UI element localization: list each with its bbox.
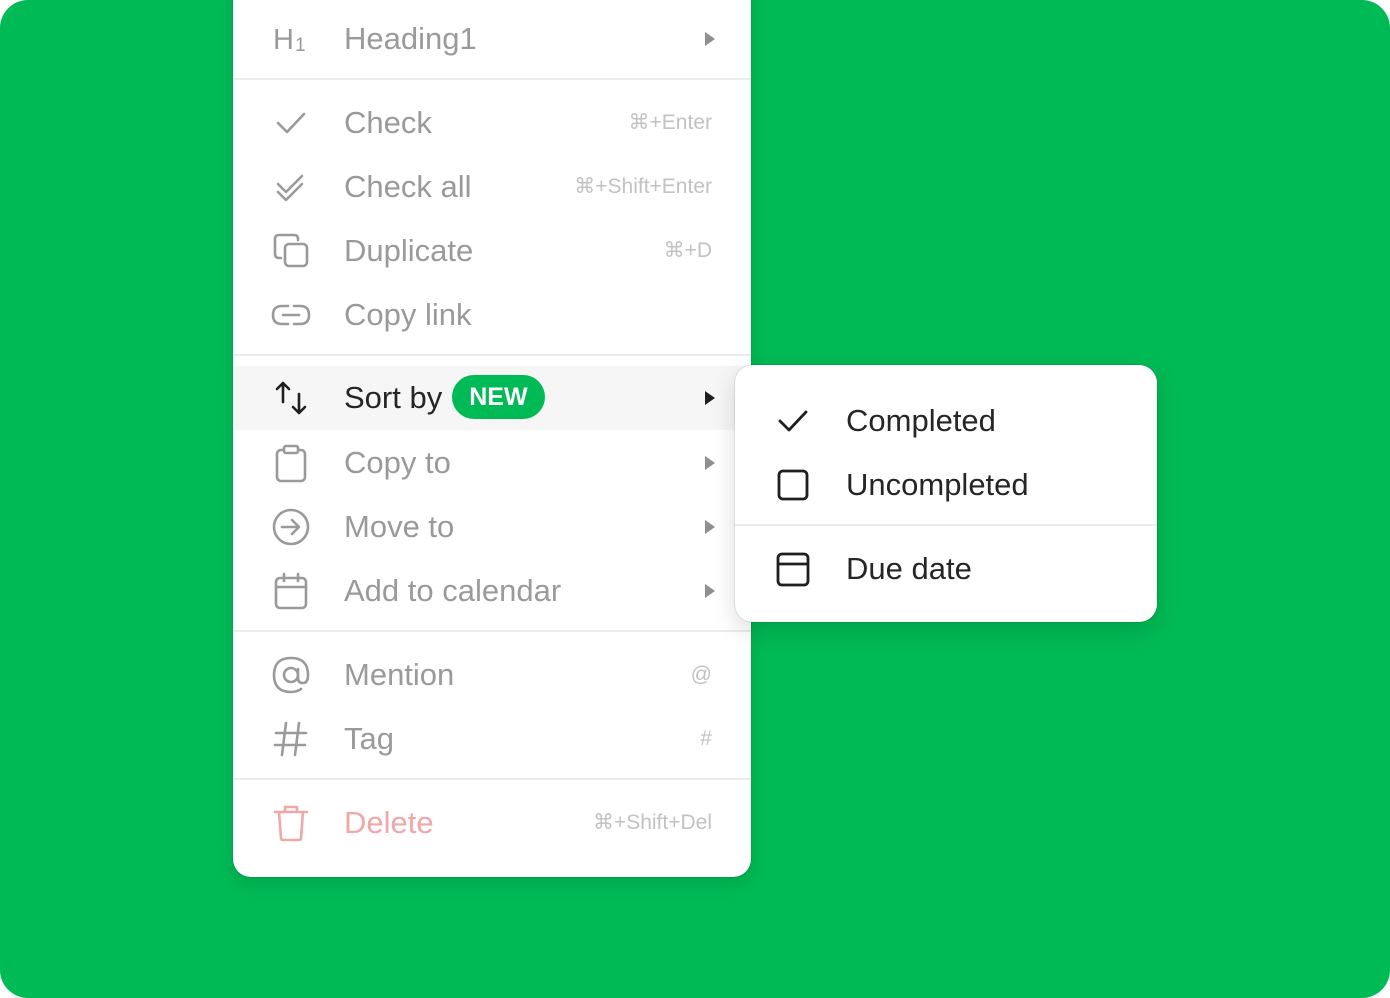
- sort-arrows-icon: [271, 378, 311, 418]
- duplicate-icon: [271, 231, 311, 271]
- menu-item-mention[interactable]: Mention @: [233, 643, 751, 707]
- menu-item-label: Copy link: [344, 297, 472, 332]
- shortcut-hint: ⌘+D: [663, 239, 712, 262]
- sort-by-submenu: Completed Uncompleted Due date: [735, 365, 1157, 622]
- submenu-arrow-icon: [705, 456, 715, 470]
- svg-text:H: H: [273, 24, 294, 56]
- submenu-arrow-icon: [705, 584, 715, 598]
- arrow-circle-right-icon: [271, 507, 311, 547]
- menu-item-check-all[interactable]: Check all ⌘+Shift+Enter: [233, 155, 751, 219]
- link-icon: [271, 295, 311, 335]
- menu-item-label: Tag: [344, 721, 394, 756]
- menu-divider: [233, 778, 751, 780]
- menu-item-label: Delete: [344, 805, 434, 840]
- menu-item-add-to-calendar[interactable]: Add to calendar: [233, 559, 751, 623]
- context-menu: H 1 Heading1 Check ⌘+Enter Check all ⌘+S…: [233, 0, 751, 877]
- shortcut-hint: ⌘+Shift+Enter: [574, 175, 712, 198]
- sort-option-due-date[interactable]: Due date: [735, 537, 1157, 601]
- menu-item-check[interactable]: Check ⌘+Enter: [233, 91, 751, 155]
- menu-item-label: Add to calendar: [344, 573, 562, 608]
- shortcut-hint: ⌘+Enter: [628, 111, 712, 134]
- sort-option-label: Completed: [846, 403, 996, 438]
- hash-icon: [271, 719, 311, 759]
- menu-divider: [233, 78, 751, 80]
- clipboard-icon: [271, 443, 311, 483]
- checkbox-empty-icon: [773, 465, 813, 505]
- menu-item-tag[interactable]: Tag #: [233, 707, 751, 771]
- menu-divider: [233, 354, 751, 356]
- menu-item-label: Check all: [344, 169, 472, 204]
- menu-item-delete[interactable]: Delete ⌘+Shift+Del: [233, 791, 751, 855]
- at-sign-icon: [271, 655, 311, 695]
- menu-item-label: Move to: [344, 509, 455, 544]
- heading1-icon: H 1: [271, 19, 311, 59]
- sort-option-uncompleted[interactable]: Uncompleted: [735, 453, 1157, 517]
- sort-option-label: Due date: [846, 551, 972, 586]
- menu-item-label: Copy to: [344, 445, 451, 480]
- shortcut-hint: ⌘+Shift+Del: [592, 811, 712, 834]
- calendar-blank-icon: [773, 549, 813, 589]
- sort-option-label: Uncompleted: [846, 467, 1029, 502]
- shortcut-hint: @: [690, 663, 712, 686]
- menu-item-label: Check: [344, 105, 432, 140]
- menu-item-duplicate[interactable]: Duplicate ⌘+D: [233, 219, 751, 283]
- trash-icon: [271, 803, 311, 843]
- submenu-arrow-icon: [705, 520, 715, 534]
- submenu-arrow-icon: [705, 391, 715, 405]
- menu-item-label: Mention: [344, 657, 455, 692]
- sort-option-completed[interactable]: Completed: [735, 389, 1157, 453]
- check-all-icon: [271, 167, 311, 207]
- submenu-divider: [735, 524, 1157, 526]
- menu-item-label: Sort by NEW: [344, 366, 545, 430]
- check-icon: [271, 103, 311, 143]
- check-icon: [773, 401, 813, 441]
- menu-item-copy-to[interactable]: Copy to: [233, 431, 751, 495]
- submenu-arrow-icon: [705, 32, 715, 46]
- svg-text:1: 1: [295, 35, 306, 56]
- menu-item-sort-by[interactable]: Sort by NEW: [233, 366, 751, 430]
- menu-item-heading1[interactable]: H 1 Heading1: [233, 7, 751, 71]
- menu-item-move-to[interactable]: Move to: [233, 495, 751, 559]
- sort-by-label: Sort by: [344, 380, 443, 415]
- menu-item-label: Heading1: [344, 21, 477, 56]
- calendar-icon: [271, 571, 311, 611]
- menu-item-label: Duplicate: [344, 233, 474, 268]
- new-badge: NEW: [452, 374, 545, 419]
- menu-divider: [233, 630, 751, 632]
- shortcut-hint: #: [700, 727, 712, 750]
- menu-item-copy-link[interactable]: Copy link: [233, 283, 751, 347]
